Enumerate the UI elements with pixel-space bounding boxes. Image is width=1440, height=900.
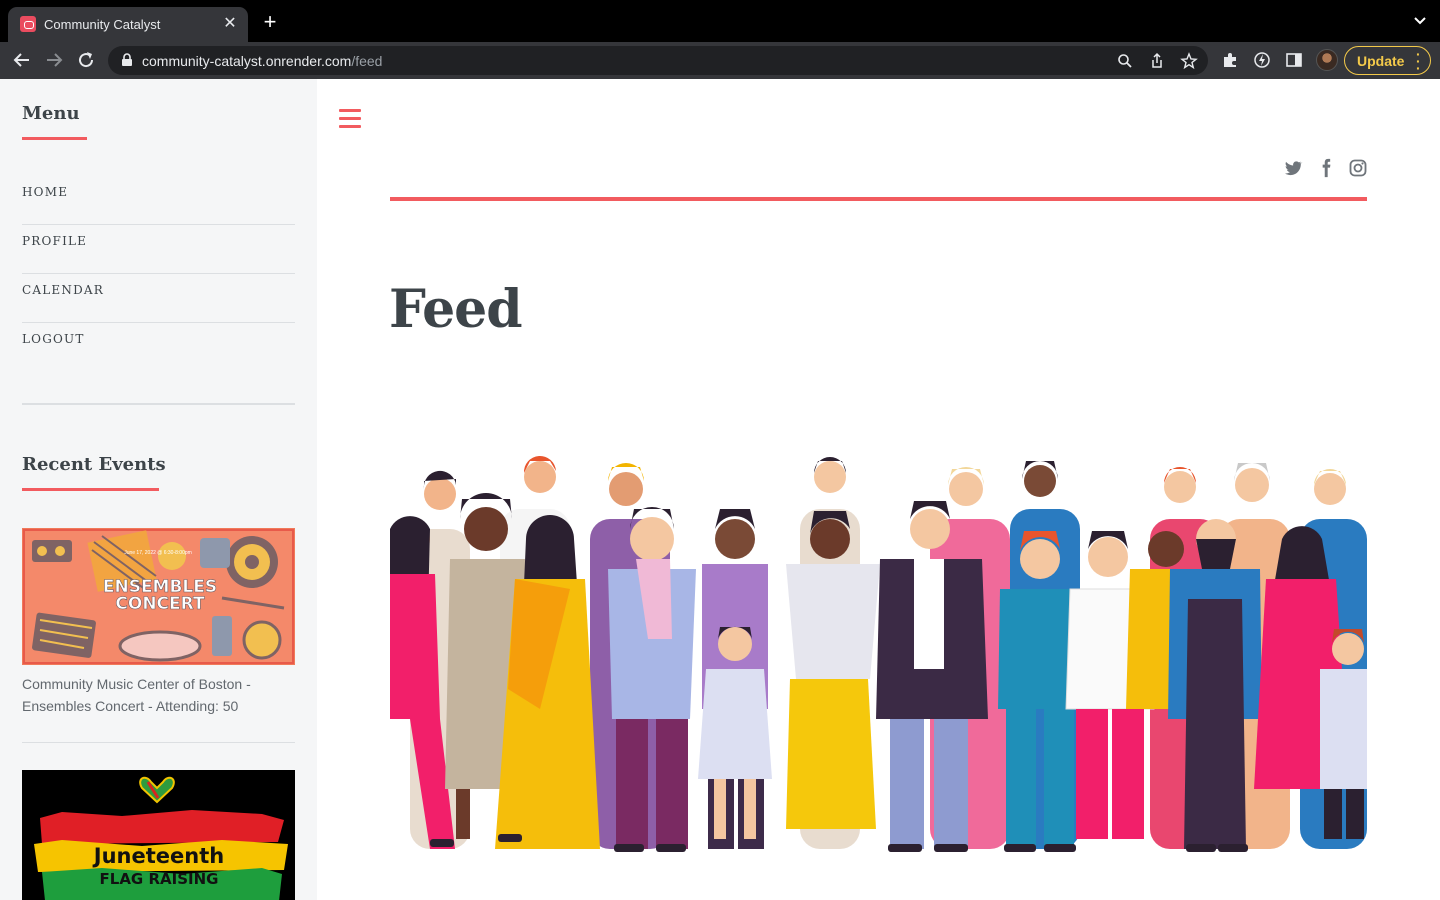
event-image-subtitle: June 17, 2022 @ 6:30-8:00pm (124, 550, 192, 556)
url-text: community-catalyst.onrender.com/feed (142, 53, 383, 69)
page-title: Feed (389, 279, 523, 340)
forward-icon[interactable] (42, 48, 66, 72)
site-favicon-icon (20, 16, 36, 32)
sidebar-item-profile[interactable]: PROFILE (22, 225, 295, 274)
twitter-icon[interactable] (1283, 158, 1303, 178)
address-bar[interactable]: community-catalyst.onrender.com/feed (108, 46, 1208, 75)
sidebar-item-label: LOGOUT (22, 332, 85, 346)
facebook-icon[interactable] (1316, 158, 1336, 178)
event-image-title-line2: FLAG RAISING (100, 870, 219, 888)
ensembles-concert-event-image[interactable]: June 17, 2022 @ 6:30-8:00pm ENSEMBLES CO… (22, 528, 295, 665)
recent-events-underline (22, 488, 159, 491)
menu-heading: Menu (22, 103, 80, 124)
lock-icon (122, 53, 132, 66)
profile-avatar[interactable] (1316, 49, 1338, 71)
main-content: Feed (317, 79, 1440, 900)
close-tab-icon[interactable]: ✕ (220, 14, 240, 34)
reload-icon[interactable] (74, 48, 98, 72)
event-image-title-line1: Juneteenth (92, 844, 224, 868)
recent-events-heading: Recent Events (22, 454, 166, 475)
tab-title: Community Catalyst (44, 17, 161, 32)
share-icon[interactable] (1148, 52, 1166, 70)
sidebar-divider (22, 403, 295, 405)
hamburger-menu-icon[interactable] (339, 109, 361, 129)
bookmark-star-icon[interactable] (1180, 52, 1198, 70)
performance-bolt-icon[interactable] (1252, 50, 1272, 70)
event-caption[interactable]: Community Music Center of Boston - Ensem… (22, 673, 295, 717)
update-button[interactable]: Update · · · (1344, 46, 1431, 75)
sidebar-divider (22, 742, 295, 743)
menu-heading-underline (22, 137, 87, 140)
header-accent-rule (390, 197, 1367, 201)
new-tab-icon[interactable]: + (258, 11, 282, 35)
event-image-title-line2: CONCERT (115, 594, 205, 614)
tab-search-chevron-icon[interactable] (1412, 13, 1428, 29)
browser-tab-strip: Community Catalyst ✕ + (0, 0, 1440, 42)
side-panel-icon[interactable] (1284, 50, 1304, 70)
more-menu-icon[interactable]: · · · (1416, 47, 1421, 75)
juneteenth-flag-raising-event-image[interactable]: Juneteenth FLAG RAISING (22, 770, 295, 900)
sidebar-item-calendar[interactable]: CALENDAR (22, 274, 295, 323)
diverse-crowd-hero-illustration (390, 389, 1367, 900)
browser-tab[interactable]: Community Catalyst ✕ (8, 7, 248, 42)
sidebar-item-logout[interactable]: LOGOUT (22, 323, 295, 372)
instagram-icon[interactable] (1348, 158, 1368, 178)
browser-toolbar: community-catalyst.onrender.com/feed Upd… (0, 42, 1440, 79)
sidebar-item-home[interactable]: HOME (22, 176, 295, 225)
sidebar-item-label: CALENDAR (22, 283, 104, 297)
sidebar: Menu HOME PROFILE CALENDAR LOGOUT Recent… (0, 79, 317, 900)
zoom-search-icon[interactable] (1116, 52, 1134, 70)
update-label: Update (1357, 53, 1405, 69)
back-icon[interactable] (10, 48, 34, 72)
sidebar-item-label: HOME (22, 185, 69, 199)
extensions-puzzle-icon[interactable] (1220, 50, 1240, 70)
sidebar-item-label: PROFILE (22, 234, 88, 248)
